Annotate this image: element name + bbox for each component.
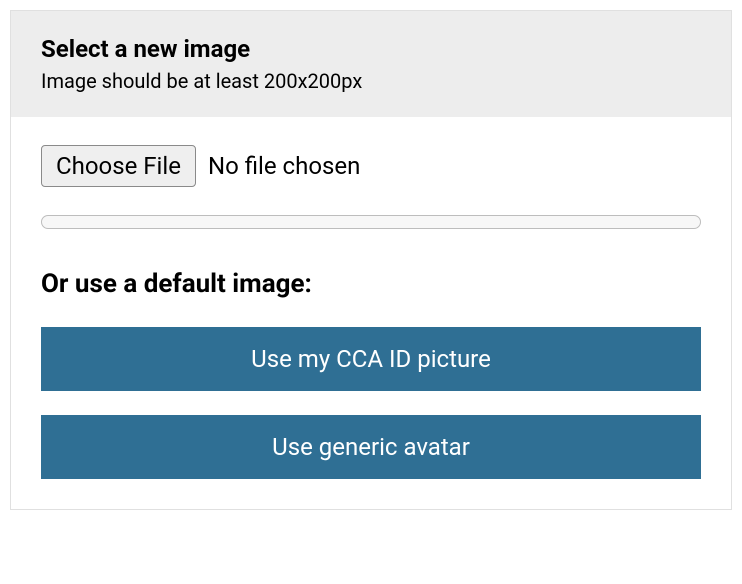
panel-title: Select a new image <box>41 35 701 63</box>
file-status-text: No file chosen <box>208 152 360 180</box>
panel-body: Choose File No file chosen Or use a defa… <box>11 117 731 509</box>
default-image-heading: Or use a default image: <box>41 269 701 299</box>
choose-file-button[interactable]: Choose File <box>41 145 196 187</box>
panel-subtitle: Image should be at least 200x200px <box>41 69 701 93</box>
panel-header: Select a new image Image should be at le… <box>11 11 731 117</box>
file-picker-row: Choose File No file chosen <box>41 145 701 187</box>
use-cca-id-button[interactable]: Use my CCA ID picture <box>41 327 701 391</box>
upload-progress-bar <box>41 215 701 229</box>
select-image-panel: Select a new image Image should be at le… <box>10 10 732 510</box>
use-generic-avatar-button[interactable]: Use generic avatar <box>41 415 701 479</box>
